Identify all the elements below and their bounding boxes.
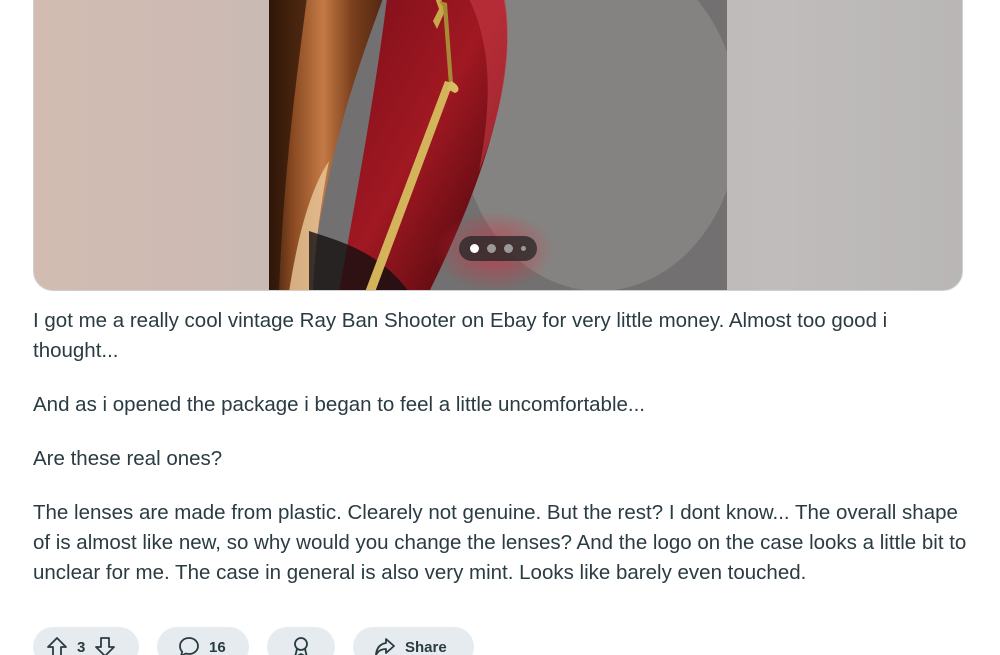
share-button[interactable]: Share xyxy=(353,627,474,655)
downvote-arrow-icon[interactable] xyxy=(93,635,117,655)
upvote-arrow-icon[interactable] xyxy=(45,635,69,655)
post-paragraph: And as i opened the package i began to f… xyxy=(33,393,645,416)
gallery-dot[interactable] xyxy=(521,246,526,251)
post-body: I got me a really cool vintage Ray Ban S… xyxy=(33,306,968,612)
comments-button[interactable]: 16 xyxy=(157,627,249,655)
gallery-dot[interactable] xyxy=(504,244,513,253)
speech-bubble-icon xyxy=(177,635,201,655)
post-action-bar: 3 16 Share xyxy=(33,627,474,655)
gallery-dot[interactable] xyxy=(470,244,479,253)
post-detail: I got me a really cool vintage Ray Ban S… xyxy=(0,0,1000,655)
post-paragraph: I got me a really cool vintage Ray Ban S… xyxy=(33,309,888,362)
gallery-pagination[interactable] xyxy=(459,236,537,261)
award-icon xyxy=(289,635,313,655)
post-paragraph: Are these real ones? xyxy=(33,447,223,470)
image-gallery[interactable] xyxy=(33,0,963,291)
vote-control: 3 xyxy=(33,627,139,655)
gallery-dot[interactable] xyxy=(487,244,496,253)
share-arrow-icon xyxy=(373,635,397,655)
vote-count: 3 xyxy=(77,638,86,655)
comment-count: 16 xyxy=(209,638,226,655)
post-paragraph: The lenses are made from plastic. Cleare… xyxy=(33,501,967,584)
share-label: Share xyxy=(405,638,447,655)
award-button[interactable] xyxy=(267,627,335,655)
